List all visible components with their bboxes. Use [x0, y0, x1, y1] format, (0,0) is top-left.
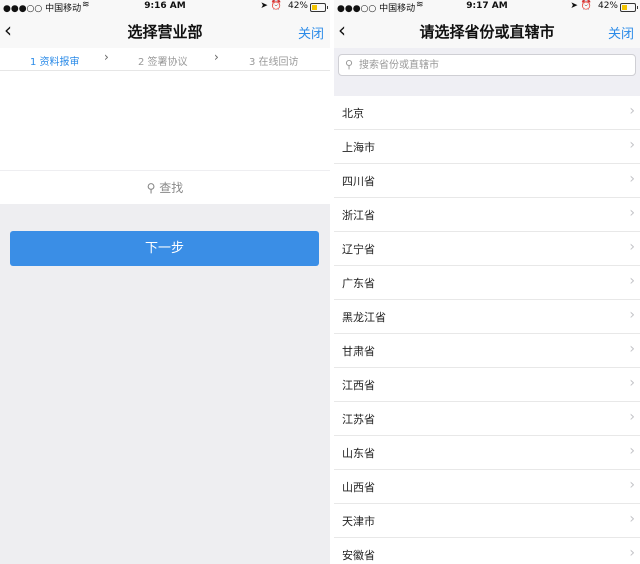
battery-percent: 42% — [597, 1, 618, 11]
chevron-right-icon: › — [629, 375, 635, 391]
page-title: 选择营业部 — [127, 23, 203, 41]
province-row[interactable]: 黑龙江省 › — [334, 300, 640, 334]
battery-icon — [620, 3, 638, 12]
province-name: 江苏省 — [342, 413, 375, 426]
province-row[interactable]: 上海市 › — [334, 130, 640, 164]
province-row[interactable]: 辽宁省 › — [334, 232, 640, 266]
province-row[interactable]: 安徽省 › — [334, 538, 640, 564]
status-bar: ●●●○○ 中国移动 ≋ 9:17 AM ➤ ⏰ 42% — [334, 0, 640, 14]
chevron-right-icon: › — [629, 477, 635, 493]
battery-icon — [310, 3, 328, 12]
page-title: 请选择省份或直辖市 — [419, 23, 555, 41]
branch-content-area — [0, 71, 330, 170]
chevron-right-icon: › — [629, 171, 635, 187]
province-row[interactable]: 江苏省 › — [334, 402, 640, 436]
province-name: 安徽省 — [342, 549, 375, 562]
chevron-right-icon: › — [629, 205, 635, 221]
province-row[interactable]: 浙江省 › — [334, 198, 640, 232]
search-row[interactable]: ⚲ 查找 — [0, 171, 330, 204]
chevron-right-icon: › — [214, 50, 219, 64]
nav-bar: ‹ 请选择省份或直辖市 关闭 — [334, 14, 640, 48]
search-icon: ⚲ — [345, 58, 354, 71]
province-name: 四川省 — [342, 175, 375, 188]
province-name: 上海市 — [342, 141, 375, 154]
province-name: 浙江省 — [342, 209, 375, 222]
nav-bar: ‹ 选择营业部 关闭 — [0, 14, 330, 48]
search-field[interactable]: ⚲ — [338, 54, 636, 76]
province-name: 山东省 — [342, 447, 375, 460]
chevron-right-icon: › — [629, 545, 635, 561]
right-screen: ●●●○○ 中国移动 ≋ 9:17 AM ➤ ⏰ 42% ‹ 请选择省份或直辖市… — [334, 0, 640, 564]
province-row[interactable]: 天津市 › — [334, 504, 640, 538]
chevron-right-icon: › — [629, 103, 635, 119]
province-row[interactable]: 山西省 › — [334, 470, 640, 504]
chevron-right-icon: › — [629, 307, 635, 323]
province-name: 山西省 — [342, 481, 375, 494]
province-name: 甘肃省 — [342, 345, 375, 358]
search-bar: ⚲ — [334, 48, 640, 82]
province-list: 北京 › 上海市 › 四川省 › 浙江省 › 辽宁省 › 广东省 › 黑龙江省 › 甘肃省 › 江西省 › 江苏省 ›… — [334, 96, 640, 564]
chevron-right-icon: › — [629, 137, 635, 153]
province-name: 天津市 — [342, 515, 375, 528]
battery-percent: 42% — [287, 1, 308, 11]
province-row[interactable]: 山东省 › — [334, 436, 640, 470]
chevron-right-icon: › — [629, 409, 635, 425]
chevron-right-icon: › — [629, 511, 635, 527]
chevron-right-icon: › — [629, 239, 635, 255]
step-indicator: 1 资料报审 › 2 签署协议 › 3 在线回访 — [0, 48, 330, 71]
search-input[interactable] — [359, 55, 629, 75]
step-2: 2 签署协议 — [138, 57, 188, 68]
chevron-right-icon: › — [104, 50, 109, 64]
battery-fill — [622, 5, 627, 10]
close-button[interactable]: 关闭 — [608, 23, 634, 42]
province-row[interactable]: 北京 › — [334, 96, 640, 130]
province-row[interactable]: 四川省 › — [334, 164, 640, 198]
search-label: 查找 — [159, 181, 184, 195]
chevron-right-icon: › — [629, 273, 635, 289]
step-3: 3 在线回访 — [249, 57, 299, 68]
province-name: 辽宁省 — [342, 243, 375, 256]
left-screen: ●●●○○ 中国移动 ≋ 9:16 AM ➤ ⏰ 42% ‹ 选择营业部 关闭 … — [0, 0, 330, 564]
province-name: 北京 — [342, 107, 364, 120]
close-button[interactable]: 关闭 — [298, 23, 324, 42]
chevron-right-icon: › — [629, 341, 635, 357]
clock: 9:17 AM — [466, 1, 508, 11]
province-name: 黑龙江省 — [342, 311, 386, 324]
step-1: 1 资料报审 — [30, 57, 80, 68]
province-name: 广东省 — [342, 277, 375, 290]
status-bar: ●●●○○ 中国移动 ≋ 9:16 AM ➤ ⏰ 42% — [0, 0, 330, 14]
province-row[interactable]: 甘肃省 › — [334, 334, 640, 368]
province-row[interactable]: 江西省 › — [334, 368, 640, 402]
chevron-right-icon: › — [629, 443, 635, 459]
location-arrow-icon: ➤ ⏰ — [570, 1, 592, 11]
province-row[interactable]: 广东省 › — [334, 266, 640, 300]
province-name: 江西省 — [342, 379, 375, 392]
battery-fill — [312, 5, 317, 10]
location-arrow-icon: ➤ ⏰ — [260, 1, 282, 11]
search-icon: ⚲ — [146, 181, 156, 195]
next-step-button[interactable]: 下一步 — [10, 231, 319, 266]
